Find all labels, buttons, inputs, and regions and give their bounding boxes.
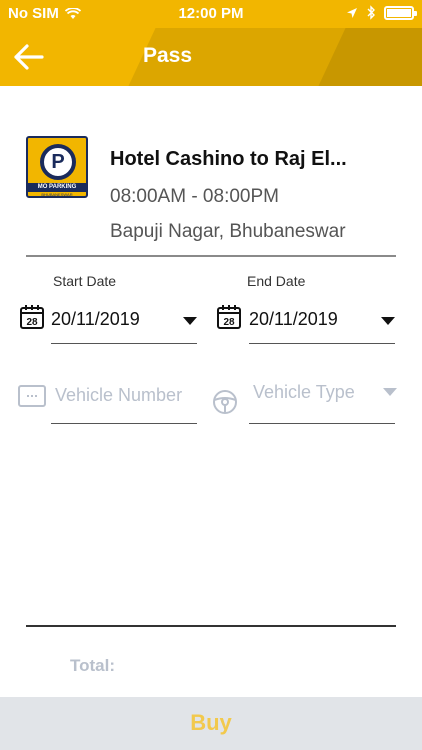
end-date-value: 20/11/2019	[249, 309, 338, 329]
end-date-picker[interactable]: 20/11/2019	[249, 305, 395, 344]
vehicle-number-input[interactable]	[51, 376, 197, 414]
chevron-down-icon	[383, 388, 397, 396]
logo-brand: MO PARKING	[28, 183, 86, 192]
keyboard-icon	[18, 385, 46, 407]
parking-location: Bapuji Nagar, Bhubaneswar	[110, 221, 346, 242]
parking-hours: 08:00AM - 08:00PM	[110, 186, 279, 207]
calendar-icon: 28	[217, 305, 241, 329]
location-arrow-icon	[347, 7, 357, 18]
bluetooth-icon	[367, 5, 375, 20]
vehicle-number-field[interactable]	[51, 376, 197, 424]
start-date-value: 20/11/2019	[51, 309, 140, 329]
steering-wheel-icon	[213, 390, 237, 414]
parking-logo: P MO PARKING BHUBANESWAR	[26, 136, 88, 198]
divider	[26, 255, 396, 257]
svg-text:28: 28	[26, 317, 38, 328]
status-bar: No SIM 12:00 PM	[0, 0, 422, 28]
buy-button[interactable]: Buy	[0, 697, 422, 750]
back-arrow-icon[interactable]	[12, 40, 46, 74]
logo-city: BHUBANESWAR	[41, 192, 73, 197]
parking-name: Hotel Cashino to Raj El...	[110, 148, 347, 170]
status-right	[346, 5, 417, 20]
chevron-down-icon	[381, 317, 395, 325]
divider	[26, 625, 396, 627]
buy-button-label: Buy	[190, 710, 232, 735]
page-title: Pass	[143, 44, 193, 67]
start-date-picker[interactable]: 20/11/2019	[51, 305, 197, 344]
chevron-down-icon	[183, 317, 197, 325]
start-date-label: Start Date	[53, 273, 117, 289]
header-bar: Pass	[0, 28, 422, 86]
calendar-icon: 28	[20, 305, 44, 329]
vehicle-type-placeholder: Vehicle Type	[253, 382, 355, 402]
logo-letter: P	[40, 144, 76, 180]
total-label: Total:	[70, 656, 116, 675]
svg-text:28: 28	[223, 317, 235, 328]
vehicle-type-select[interactable]: Vehicle Type	[249, 376, 397, 424]
battery-icon	[384, 5, 417, 20]
end-date-label: End Date	[247, 273, 306, 289]
